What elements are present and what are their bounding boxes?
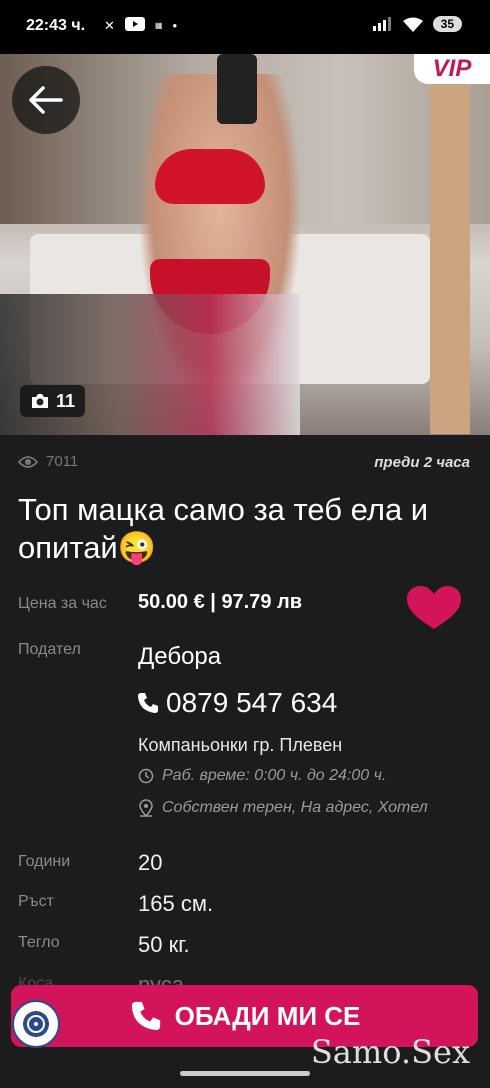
photo-count-badge[interactable]: 11	[20, 385, 86, 417]
working-hours: Раб. време: 0:00 ч. до 24:00 ч.	[138, 767, 386, 785]
gesture-bar[interactable]	[180, 1071, 310, 1076]
category-link[interactable]: Компаньонки гр. Плевен	[138, 735, 342, 756]
age-value: 20	[138, 850, 163, 875]
heart-icon	[407, 586, 461, 629]
youtube-icon	[124, 17, 145, 34]
signal-icon	[372, 17, 391, 31]
more-dot-icon: •	[172, 18, 178, 33]
call-button-label: ОБАДИ МИ СЕ	[174, 1000, 361, 1031]
clock-icon	[138, 768, 154, 784]
hours-text: Раб. време: 0:00 ч. до 24:00 ч.	[162, 767, 387, 784]
vip-badge: VIP	[414, 54, 490, 84]
wifi-icon	[402, 17, 423, 32]
height-label: Ръст	[18, 893, 54, 910]
views-count: 7011	[46, 453, 79, 470]
height-value: 165 см.	[138, 891, 214, 916]
phone-number[interactable]: 0879 547 634	[136, 687, 337, 719]
phone-icon	[131, 1001, 160, 1031]
temu-icon: ▦	[154, 20, 163, 30]
status-right: 35	[372, 16, 462, 32]
phone-icon	[138, 693, 158, 713]
seller-name: Дебора	[138, 643, 222, 670]
status-bar: 22:43 ч. ✕ ▦ • 35	[0, 0, 490, 54]
app-notification-icon: ✕	[104, 17, 115, 33]
weight-label: Тегло	[18, 934, 60, 951]
age-label: Години	[18, 853, 71, 870]
accessibility-button[interactable]	[12, 1000, 60, 1048]
price-label: Цена за час	[18, 595, 107, 612]
watermark: Samo.Sex	[310, 1033, 470, 1071]
price-value: 50.00 € | 97.79 лв	[138, 591, 303, 613]
ad-title: Топ мацка само за теб ела и опитай😜	[18, 492, 429, 565]
notification-icons: ✕ ▦ •	[104, 17, 177, 34]
weight-value: 50 кг.	[138, 932, 190, 957]
places-text: Собствен терен, На адрес, Хотел	[162, 799, 428, 816]
ad-details: 7011 преди 2 часа Топ мацка само за теб …	[0, 435, 490, 1088]
photo-count: 11	[56, 390, 76, 411]
eye-icon	[18, 455, 38, 468]
accessibility-icon	[23, 1011, 49, 1037]
location-pin-icon	[139, 799, 153, 817]
arrow-left-icon	[29, 86, 63, 114]
posted-time: преди 2 часа	[374, 454, 470, 471]
status-time: 22:43 ч.	[26, 17, 86, 34]
seller-label: Подател	[18, 641, 81, 658]
battery-indicator: 35	[432, 16, 462, 32]
phone-text: 0879 547 634	[166, 687, 338, 718]
views-counter: 7011	[18, 453, 78, 470]
favorite-button[interactable]	[405, 585, 463, 636]
meeting-places: Собствен терен, На адрес, Хотел	[138, 799, 428, 817]
camera-icon	[32, 394, 48, 408]
back-button[interactable]	[12, 66, 80, 134]
